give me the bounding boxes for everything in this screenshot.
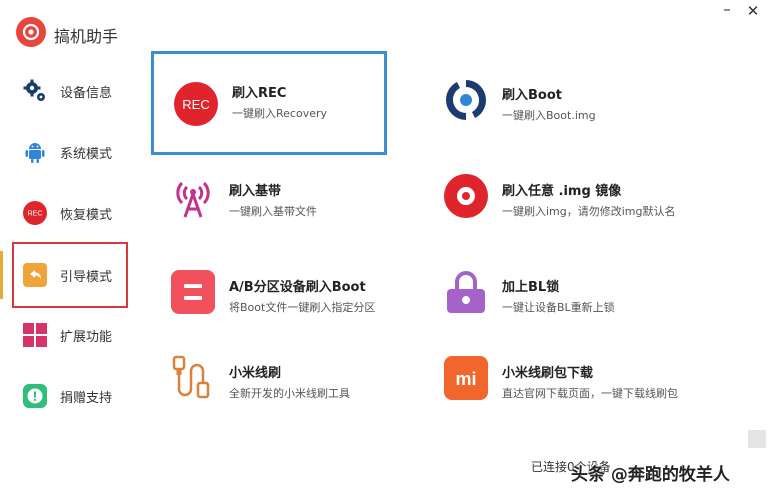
app-logo-icon <box>16 17 46 47</box>
active-indicator <box>0 251 3 299</box>
sidebar-item-label: 系统模式 <box>60 146 113 162</box>
card-desc: 一键刷入Boot.img <box>502 109 596 122</box>
antenna-icon <box>169 172 217 220</box>
sidebar-item-label: 引导模式 <box>60 269 113 285</box>
sidebar: 设备信息 系统模式 REC 恢复模式 引导模式 扩展功能 捐赠支持 <box>0 58 140 498</box>
mi-logo-icon: mi <box>442 354 490 402</box>
sidebar-item-recovery-mode[interactable]: REC 恢复模式 <box>12 187 128 239</box>
card-desc: 一键刷入Recovery <box>232 107 328 120</box>
card-desc: 直达官网下载页面，一键下载线刷包 <box>502 387 678 400</box>
card-title: 刷入Boot <box>502 88 562 103</box>
card-flash-rec[interactable]: REC 刷入REC 一键刷入Recovery <box>151 51 387 155</box>
card-title: 刷入任意 .img 镜像 <box>502 184 622 199</box>
sidebar-item-device-info[interactable]: 设备信息 <box>12 65 128 117</box>
grid-icon <box>22 322 48 348</box>
card-title: A/B分区设备刷入Boot <box>229 280 366 295</box>
android-icon <box>22 139 48 165</box>
card-bl-lock[interactable]: 加上BL锁 一键让设备BL重新上锁 <box>424 254 656 330</box>
usb-cable-icon <box>169 354 217 402</box>
card-title: 刷入基带 <box>229 184 282 199</box>
card-title: 加上BL锁 <box>502 280 560 295</box>
disc-icon <box>442 172 490 220</box>
lock-icon <box>442 268 490 316</box>
card-mi-flash-download[interactable]: mi 小米线刷包下载 直达官网下载页面，一键下载线刷包 <box>424 340 678 416</box>
card-mi-flash[interactable]: 小米线刷 全新开发的小米线刷工具 <box>151 340 383 416</box>
sidebar-item-boot-mode[interactable]: 引导模式 <box>12 242 128 308</box>
card-desc: 一键刷入img，请勿修改img默认名 <box>502 205 676 218</box>
card-title: 刷入REC <box>232 86 287 101</box>
back-arrow-icon <box>22 262 48 288</box>
card-title: 小米线刷 <box>229 366 282 381</box>
card-flash-any-img[interactable]: 刷入任意 .img 镜像 一键刷入img，请勿修改img默认名 <box>424 158 676 234</box>
resize-grip[interactable] <box>748 430 766 448</box>
sidebar-item-system-mode[interactable]: 系统模式 <box>12 126 128 178</box>
donate-icon <box>22 383 48 409</box>
app-title: 搞机助手 <box>54 27 119 46</box>
sidebar-item-label: 捐赠支持 <box>60 390 113 406</box>
sidebar-item-label: 设备信息 <box>60 85 113 101</box>
gears-icon <box>22 78 48 104</box>
mi-logo-text: mi <box>455 369 476 389</box>
card-flash-boot[interactable]: 刷入Boot 一键刷入Boot.img <box>424 62 656 138</box>
card-desc: 全新开发的小米线刷工具 <box>229 387 350 400</box>
card-ab-partition-boot[interactable]: A/B分区设备刷入Boot 将Boot文件一键刷入指定分区 <box>151 254 383 330</box>
card-desc: 一键刷入基带文件 <box>229 205 317 218</box>
card-desc: 一键让设备BL重新上锁 <box>502 301 615 314</box>
close-button[interactable]: ✕ <box>744 2 762 20</box>
svg-text:REC: REC <box>28 211 43 218</box>
sidebar-item-extensions[interactable]: 扩展功能 <box>12 309 128 361</box>
rec-icon-text: REC <box>182 97 209 112</box>
rec-icon: REC <box>22 200 48 226</box>
minimize-button[interactable]: – <box>718 0 736 18</box>
card-flash-baseband[interactable]: 刷入基带 一键刷入基带文件 <box>151 158 383 234</box>
rec-icon: REC <box>172 80 220 128</box>
partition-icon <box>169 268 217 316</box>
sidebar-item-label: 扩展功能 <box>60 329 113 345</box>
card-desc: 将Boot文件一键刷入指定分区 <box>229 301 376 314</box>
sidebar-item-label: 恢复模式 <box>60 207 113 223</box>
sidebar-item-donate[interactable]: 捐赠支持 <box>12 370 128 422</box>
card-title: 小米线刷包下载 <box>502 366 594 381</box>
watermark: 头条 @奔跑的牧羊人 <box>571 465 730 485</box>
boot-disc-icon <box>442 76 490 124</box>
